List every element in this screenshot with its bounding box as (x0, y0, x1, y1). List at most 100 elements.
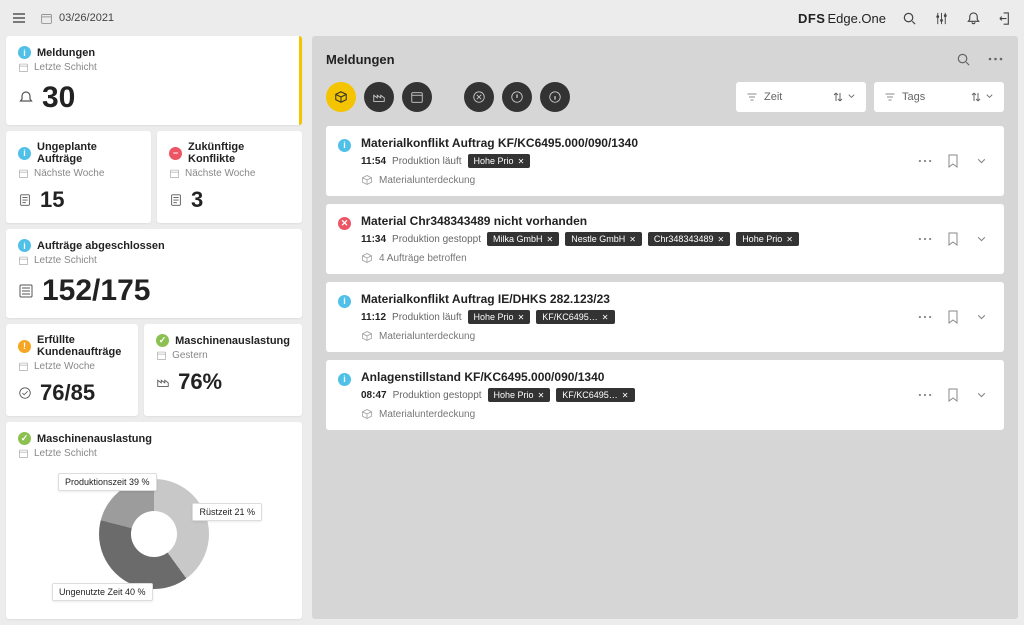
tag-remove-icon[interactable]: ✕ (538, 391, 545, 400)
tag-remove-icon[interactable]: ✕ (547, 235, 554, 244)
card-meldungen[interactable]: iMeldungen Letzte Schicht 30 (6, 36, 302, 125)
more-icon[interactable] (916, 230, 934, 248)
chevron-down-icon[interactable] (972, 308, 990, 326)
check-icon (18, 386, 32, 400)
message-list: i Materialkonflikt Auftrag KF/KC6495.000/… (326, 126, 1004, 430)
card-abgeschlossen[interactable]: iAufträge abgeschlossen Letzte Schicht 1… (6, 229, 302, 318)
message-row[interactable]: iMaterialkonflikt Auftrag IE/DHKS 282.12… (326, 282, 1004, 352)
calendar-icon (18, 62, 29, 73)
info-icon: i (338, 295, 351, 308)
tag[interactable]: Hohe Prio ✕ (468, 154, 531, 168)
search-icon[interactable] (900, 9, 918, 27)
filter-factory-icon[interactable] (364, 82, 394, 112)
card-auslastung-chart[interactable]: ✓Maschinenauslastung Letzte Schicht Prod… (6, 422, 302, 619)
message-time: 11:12 (361, 312, 386, 323)
tag-remove-icon[interactable]: ✕ (518, 157, 525, 166)
info-icon: i (18, 46, 31, 59)
filter-icon (746, 91, 758, 103)
message-row[interactable]: ✕Material Chr348343489 nicht vorhanden11… (326, 204, 1004, 274)
tag[interactable]: KF/KC6495… ✕ (556, 388, 634, 402)
chevron-down-icon[interactable] (972, 152, 990, 170)
filter-alert-icon[interactable] (502, 82, 532, 112)
bell-icon (18, 90, 34, 106)
bookmark-icon[interactable] (944, 308, 962, 326)
clipboard-icon (169, 193, 183, 207)
more-icon[interactable] (916, 152, 934, 170)
warn-icon: ! (18, 340, 31, 353)
box-icon (361, 252, 373, 264)
tag-remove-icon[interactable]: ✕ (717, 235, 724, 244)
date-picker[interactable]: 03/26/2021 (40, 12, 114, 25)
message-title: Anlagenstillstand KF/KC6495.000/090/1340 (361, 370, 906, 384)
calendar-icon (18, 361, 29, 372)
info-icon: i (18, 147, 31, 160)
card-title: Erfüllte Kundenaufträge (37, 334, 126, 358)
filter-calendar-icon[interactable] (402, 82, 432, 112)
card-title: Meldungen (37, 47, 95, 59)
bell-icon[interactable] (964, 9, 982, 27)
chart-label: Produktionszeit 39 % (58, 473, 157, 491)
card-auslastung[interactable]: ✓Maschinenauslastung Gestern 76% (144, 324, 302, 416)
card-title: Ungeplante Aufträge (37, 141, 139, 165)
tag-remove-icon[interactable]: ✕ (518, 313, 525, 322)
sort-icon (971, 92, 981, 102)
more-icon[interactable] (916, 386, 934, 404)
menu-icon[interactable] (10, 9, 28, 27)
message-title: Material Chr348343489 nicht vorhanden (361, 214, 906, 228)
message-row[interactable]: iMaterialkonflikt Auftrag KF/KC6495.000/… (326, 126, 1004, 196)
message-footer: Materialunterdeckung (361, 330, 906, 342)
message-title: Materialkonflikt Auftrag KF/KC6495.000/0… (361, 136, 906, 150)
card-kunden[interactable]: !Erfüllte Kundenaufträge Letzte Woche 76… (6, 324, 138, 416)
tag[interactable]: KF/KC6495… ✕ (536, 310, 614, 324)
error-icon: ✕ (338, 217, 351, 230)
dropdown-tags[interactable]: Tags (874, 82, 1004, 112)
filter-info-icon[interactable] (540, 82, 570, 112)
check-icon: ✓ (18, 432, 31, 445)
tag[interactable]: Chr348343489 ✕ (648, 232, 730, 246)
box-icon (361, 174, 373, 186)
page-title: Meldungen (326, 52, 395, 67)
card-value: 76/85 (40, 380, 95, 406)
message-footer: Materialunterdeckung (361, 408, 906, 420)
card-ungeplante[interactable]: iUngeplante Aufträge Nächste Woche 15 (6, 131, 151, 223)
minus-icon: − (169, 147, 182, 160)
message-footer: 4 Aufträge betroffen (361, 252, 906, 264)
chevron-down-icon[interactable] (972, 386, 990, 404)
sliders-icon[interactable] (932, 9, 950, 27)
donut-chart: Produktionszeit 39 % Rüstzeit 21 % Ungen… (18, 459, 290, 609)
topbar: 03/26/2021 DFSEdge.One (0, 0, 1024, 36)
tag[interactable]: Hohe Prio ✕ (488, 388, 551, 402)
message-footer: Materialunterdeckung (361, 174, 906, 186)
tag[interactable]: Hohe Prio ✕ (736, 232, 799, 246)
bookmark-icon[interactable] (944, 230, 962, 248)
dropdown-zeit[interactable]: Zeit (736, 82, 866, 112)
tag-remove-icon[interactable]: ✕ (602, 313, 609, 322)
tag[interactable]: Hohe Prio ✕ (468, 310, 531, 324)
calendar-icon (18, 448, 29, 459)
chevron-down-icon[interactable] (972, 230, 990, 248)
card-title: Maschinenauslastung (37, 433, 152, 445)
tag-remove-icon[interactable]: ✕ (629, 235, 636, 244)
more-icon[interactable] (986, 50, 1004, 68)
bookmark-icon[interactable] (944, 152, 962, 170)
message-time: 11:54 (361, 156, 386, 167)
filter-icon (884, 91, 896, 103)
card-value: 76% (178, 369, 222, 395)
check-icon: ✓ (156, 334, 169, 347)
filter-close-icon[interactable] (464, 82, 494, 112)
card-konflikte[interactable]: −Zukünftige Konflikte Nächste Woche 3 (157, 131, 302, 223)
bookmark-icon[interactable] (944, 386, 962, 404)
message-row[interactable]: iAnlagenstillstand KF/KC6495.000/090/134… (326, 360, 1004, 430)
tag-remove-icon[interactable]: ✕ (786, 235, 793, 244)
filter-box-icon[interactable] (326, 82, 356, 112)
box-icon (361, 330, 373, 342)
list-icon (18, 283, 34, 299)
message-status: Produktion gestoppt (392, 234, 481, 245)
tag[interactable]: Milka GmbH ✕ (487, 232, 559, 246)
calendar-icon (18, 255, 29, 266)
search-icon[interactable] (954, 50, 972, 68)
logout-icon[interactable] (996, 9, 1014, 27)
tag[interactable]: Nestle GmbH ✕ (565, 232, 642, 246)
tag-remove-icon[interactable]: ✕ (622, 391, 629, 400)
more-icon[interactable] (916, 308, 934, 326)
